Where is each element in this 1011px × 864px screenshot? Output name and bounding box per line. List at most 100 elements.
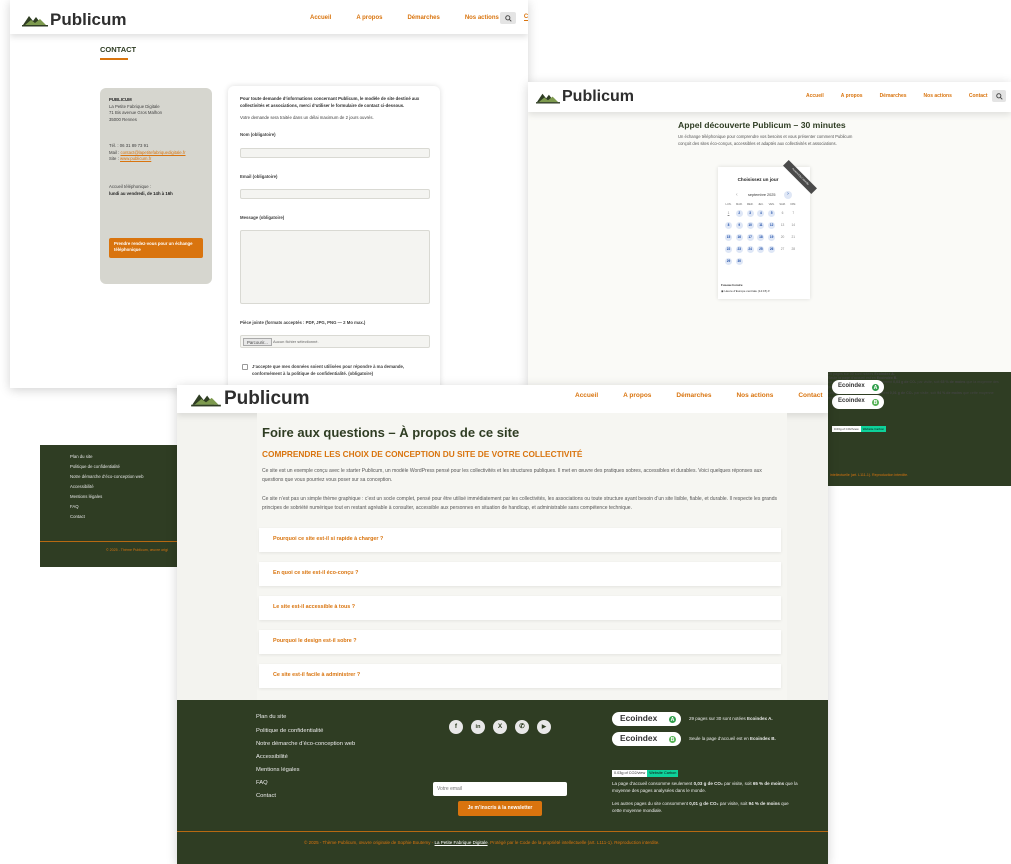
- rdv-button[interactable]: Prendre rendez-vous pour un échange télé…: [109, 238, 203, 258]
- nav-nos-actions[interactable]: Nos actions: [924, 93, 952, 99]
- calendar-day[interactable]: 2: [735, 210, 743, 217]
- logo[interactable]: Publicum: [536, 88, 634, 106]
- youtube-icon[interactable]: ▶: [537, 720, 551, 734]
- prev-month-button[interactable]: ‹: [736, 192, 738, 198]
- nav-nos-actions[interactable]: Nos actions: [736, 392, 773, 399]
- nav-a-propos[interactable]: A propos: [356, 15, 382, 21]
- email-input[interactable]: [240, 189, 430, 199]
- ecoindex-badge-b: Ecoindex B: [612, 732, 681, 746]
- footer-link-plan[interactable]: Plan du site: [70, 454, 92, 459]
- faq-question-2[interactable]: En quoi ce site est-il éco-conçu ?: [259, 562, 781, 586]
- faq-question-1[interactable]: Pourquoi ce site est-il si rapide à char…: [259, 528, 781, 552]
- calendar-day[interactable]: 24: [746, 246, 754, 253]
- nav-accueil[interactable]: Accueil: [575, 392, 598, 399]
- x-icon[interactable]: X: [493, 720, 507, 734]
- footer-link-eco[interactable]: Notre démarche d’éco-conception web: [70, 474, 144, 479]
- logo[interactable]: Publicum: [191, 388, 310, 410]
- nav-accueil[interactable]: Accueil: [310, 15, 331, 21]
- phone-text: Tél. : 06 31 89 73 91: [109, 143, 149, 148]
- calendar-day[interactable]: 22: [725, 246, 732, 253]
- file-input[interactable]: Parcourir... Aucun fichier sélectionné.: [240, 335, 430, 348]
- nav-nos-actions[interactable]: Nos actions: [465, 15, 499, 21]
- calendar-day[interactable]: 9: [735, 222, 743, 229]
- ecoindex-badge-a: Ecoindex A: [832, 380, 884, 394]
- copyright-text: © 2025 - Thème Publicum, œuvre origi: [106, 548, 168, 552]
- calendar-day[interactable]: 8: [725, 222, 732, 229]
- whatsapp-icon[interactable]: ✆: [515, 720, 529, 734]
- linkedin-icon[interactable]: in: [471, 720, 485, 734]
- calendar-day[interactable]: 25: [757, 246, 765, 253]
- calendar-day[interactable]: 19: [768, 234, 776, 241]
- faq-question-4[interactable]: Pourquoi le design est-il sobre ?: [259, 630, 781, 654]
- footer-link-accessibility[interactable]: Accessibilité: [256, 754, 288, 760]
- calendar-day[interactable]: 16: [735, 234, 743, 241]
- name-input[interactable]: [240, 148, 430, 158]
- footer-right-screenshot: Ecoindex A 29 pages sur 30 sont notées E…: [828, 372, 1011, 486]
- calendar-day: 28: [791, 247, 796, 251]
- calendar-day[interactable]: 15: [725, 234, 732, 241]
- nav-accueil[interactable]: Accueil: [806, 93, 824, 99]
- faq-paragraph-2: Ce site n’est pas un simple thème graphi…: [262, 496, 777, 511]
- consent-checkbox[interactable]: [242, 364, 248, 370]
- timezone-select[interactable]: ◉ Heure d’Europe centrale (14:15) ▾: [721, 289, 770, 293]
- nav-a-propos[interactable]: A propos: [841, 93, 863, 99]
- footer-left-screenshot: Plan du site Politique de confidentialit…: [40, 445, 178, 567]
- site-link[interactable]: www.publicum.fr: [120, 156, 151, 161]
- calendar-day[interactable]: 5: [768, 210, 776, 217]
- booking-description: Un échange téléphonique pour comprendre …: [678, 134, 853, 146]
- nav-demarches[interactable]: Démarches: [407, 15, 439, 21]
- file-label: Pièce jointe (formats acceptés : PDF, JP…: [240, 320, 366, 325]
- logo[interactable]: Publicum: [22, 10, 127, 30]
- footer-link-legal[interactable]: Mentions légales: [70, 494, 102, 499]
- faq-question-5[interactable]: Ce site est-il facile à administrer ?: [259, 664, 781, 688]
- newsletter-email-input[interactable]: [433, 782, 567, 796]
- nav-contact[interactable]: Contact: [969, 93, 988, 99]
- calendar-day[interactable]: 12: [768, 222, 776, 229]
- wc-left: 0.03g of CO2/view: [612, 770, 648, 777]
- nav-demarches[interactable]: Démarches: [676, 392, 711, 399]
- footer-link-accessibility[interactable]: Accessibilité: [70, 484, 94, 489]
- search-button[interactable]: [992, 90, 1006, 102]
- calendar-day[interactable]: 10: [746, 222, 754, 229]
- nav-a-propos[interactable]: A propos: [623, 392, 651, 399]
- footer-link-eco[interactable]: Notre démarche d’éco-conception web: [256, 741, 355, 747]
- footer-link-contact[interactable]: Contact: [70, 514, 85, 519]
- calendar-day[interactable]: 18: [757, 234, 765, 241]
- calendar-day[interactable]: 17: [746, 234, 754, 241]
- footer-link-faq[interactable]: FAQ: [256, 780, 268, 786]
- newsletter-button[interactable]: Je m’inscris à la newsletter: [458, 801, 542, 816]
- faq-question-3[interactable]: Le site est-il accessible à tous ?: [259, 596, 781, 620]
- nav-contact[interactable]: Contact: [798, 392, 822, 399]
- grade-b-icon: B: [668, 734, 677, 744]
- file-none-text: Aucun fichier sélectionné.: [273, 339, 319, 344]
- footer-link-faq[interactable]: FAQ: [70, 504, 79, 509]
- search-button[interactable]: [500, 12, 516, 24]
- facebook-icon[interactable]: f: [449, 720, 463, 734]
- mail-link[interactable]: contact@lapetitefabriquedigitale.fr: [120, 150, 185, 155]
- contact-form-card: Pour toute demande d’informations concer…: [228, 86, 440, 388]
- copyright-link[interactable]: La Petite Fabrique Digitale: [435, 840, 488, 845]
- next-month-button[interactable]: ›: [784, 191, 792, 199]
- footer-link-privacy[interactable]: Politique de confidentialité: [256, 728, 323, 734]
- calendar-day[interactable]: 29: [725, 258, 732, 265]
- calendar-day[interactable]: 23: [735, 246, 743, 253]
- search-icon: [995, 92, 1003, 100]
- weekday-label: VEN.: [768, 203, 775, 206]
- calendar-day[interactable]: 11: [757, 222, 765, 229]
- footer-link-contact[interactable]: Contact: [256, 793, 276, 799]
- booking-page-screenshot: Publicum Accueil A propos Démarches Nos …: [528, 82, 1011, 386]
- footer-link-privacy[interactable]: Politique de confidentialité: [70, 464, 120, 469]
- calendar-day[interactable]: 4: [757, 210, 765, 217]
- nav-contact[interactable]: Contact: [523, 14, 528, 21]
- browse-button[interactable]: Parcourir...: [243, 338, 272, 346]
- copyright-right-text: intellectuelle (art. L111-1). Reproducti…: [830, 473, 909, 477]
- calendar-day[interactable]: 30: [735, 258, 743, 265]
- calendar-day[interactable]: 26: [768, 246, 776, 253]
- choose-day-title: Choisissez un jour: [737, 177, 779, 182]
- form-intro: Pour toute demande d’informations concer…: [240, 96, 420, 108]
- footer-link-legal[interactable]: Mentions légales: [256, 767, 300, 773]
- calendar-day[interactable]: 3: [746, 210, 754, 217]
- footer-link-plan[interactable]: Plan du site: [256, 714, 286, 720]
- nav-demarches[interactable]: Démarches: [880, 93, 907, 99]
- message-textarea[interactable]: [240, 230, 430, 304]
